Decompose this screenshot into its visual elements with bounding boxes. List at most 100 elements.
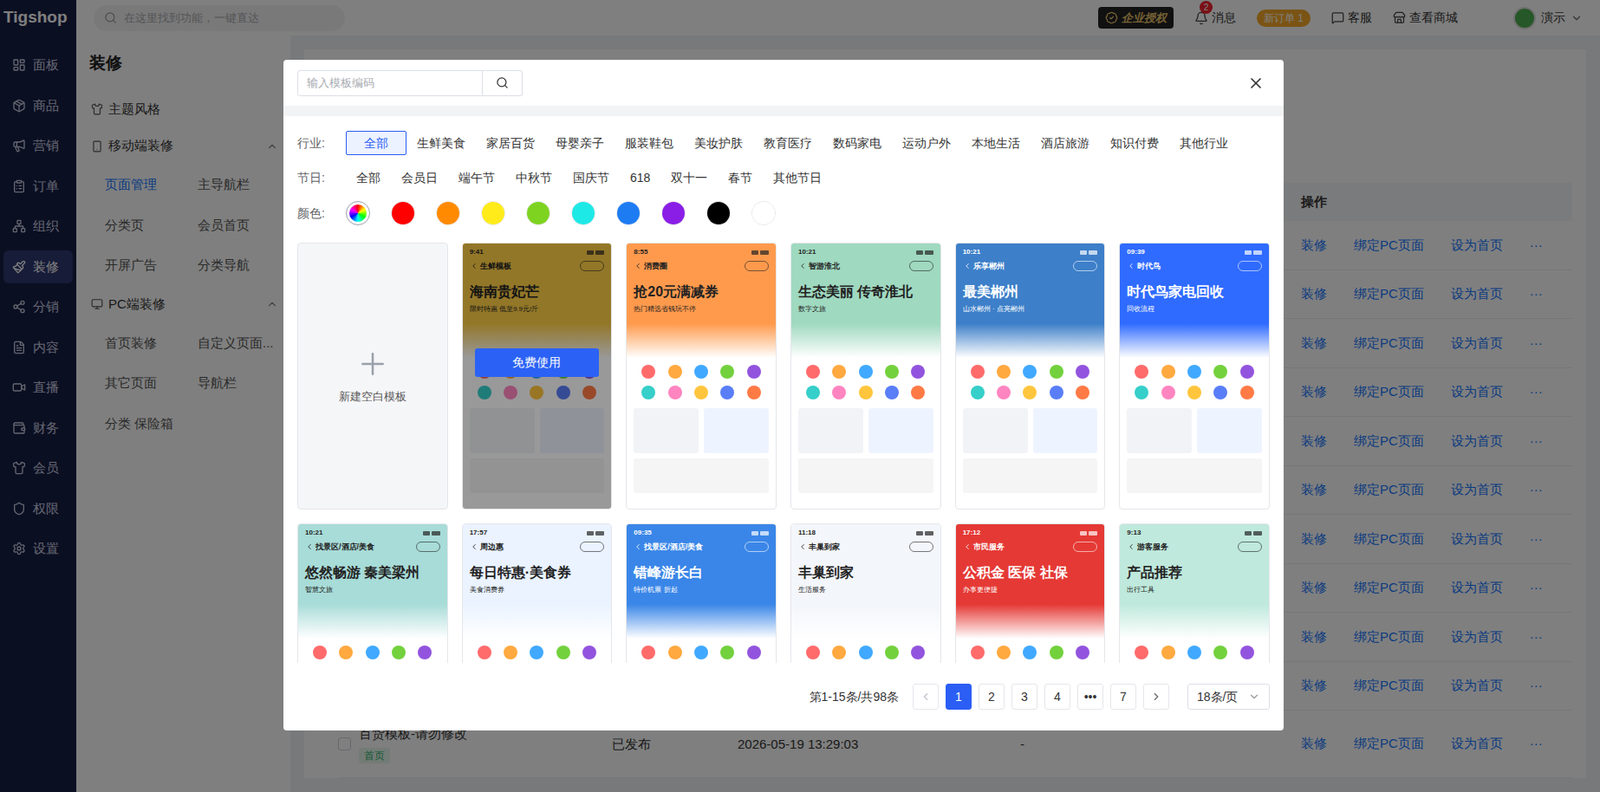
filter-label: 颜色: (297, 204, 346, 223)
filter-option[interactable]: 服装鞋包 (614, 130, 684, 156)
back-icon (798, 261, 807, 271)
phone-time: 9:13 (1126, 528, 1141, 538)
template-icon-grid (626, 638, 776, 664)
page-button[interactable]: 1 (945, 683, 972, 710)
template-subline: 生活服务 (798, 585, 934, 595)
prev-page[interactable] (912, 683, 939, 710)
phone-status-bar: 09:35 (633, 528, 769, 538)
page-button[interactable]: 7 (1110, 683, 1137, 710)
template-card[interactable]: 09:39时代鸟时代鸟家电回收回收流程 (1118, 242, 1270, 510)
filter-option[interactable]: 全部 (345, 166, 391, 191)
template-headline: 错峰游长白 (633, 564, 769, 582)
filter-label: 行业: (297, 134, 346, 153)
phone-status-bar: 11:18 (798, 528, 934, 538)
filter-option[interactable]: 家居百货 (475, 130, 546, 156)
template-headline: 时代鸟家电回收 (1126, 283, 1262, 301)
template-headline: 产品推荐 (1126, 564, 1262, 582)
template-card[interactable]: 8:55消费圈抢20元满减券热门精选省钱玩不停 (625, 242, 777, 510)
back-icon (633, 542, 643, 552)
template-card[interactable]: 17:12市民服务公积金 医保 社保办事更便捷 (955, 523, 1106, 664)
template-code-input[interactable]: 输入模板编码 (297, 70, 483, 97)
filter-option[interactable]: 618 (619, 166, 661, 191)
phone-status-bar: 17:12 (962, 528, 1099, 538)
filter-option[interactable]: 母婴亲子 (545, 130, 615, 156)
filter-option[interactable]: 春节 (717, 166, 763, 191)
template-icon-grid (956, 638, 1106, 664)
filter-option[interactable]: 会员日 (390, 166, 449, 191)
template-card[interactable]: 10:21智游淮北生态美丽 传奇淮北数字文旅 (790, 242, 942, 510)
template-header: 10:21智游淮北生态美丽 传奇淮北数字文旅 (791, 243, 941, 358)
color-swatch[interactable] (571, 201, 596, 226)
filter-option[interactable]: 美妆护肤 (683, 130, 754, 156)
color-swatch[interactable] (345, 201, 371, 226)
back-icon (633, 261, 643, 271)
color-swatch[interactable] (526, 201, 551, 226)
filter-option[interactable]: 双十一 (660, 166, 718, 191)
template-card[interactable]: 9:41生鲜模板海南贵妃芒限时特惠 低至9.9元/斤免费使用 (461, 242, 613, 510)
template-card[interactable]: 09:35找景区/酒店/美食错峰游长白特价机票 折起 (625, 523, 777, 664)
filter-option[interactable]: 酒店旅游 (1030, 130, 1100, 156)
phone-time: 17:57 (469, 528, 488, 538)
back-icon (1126, 542, 1136, 552)
template-icon-grid (791, 638, 941, 664)
template-card[interactable]: 10:21找景区/酒店/美食悠然畅游 秦美梁州智慧文旅 (297, 523, 449, 664)
next-page[interactable] (1143, 683, 1170, 710)
template-headline: 生态美丽 传奇淮北 (798, 283, 934, 301)
app: Tigshop在这里找到功能，一键直达企业授权消息2新订单 1客服查看商城演示面… (0, 0, 1600, 792)
phone-time: 17:12 (962, 528, 981, 538)
filter-option[interactable]: 本地生活 (961, 130, 1031, 156)
filter-row: 行业:全部生鲜美食家居百货母婴亲子服装鞋包美妆护肤教育医疗数码家电运动户外本地生… (297, 130, 1270, 156)
filter-option[interactable]: 教育医疗 (753, 130, 823, 156)
phone-time: 10:21 (962, 247, 981, 257)
template-headline: 抢20元满减券 (633, 283, 769, 301)
phone-title-bar: 市民服务 (962, 541, 1099, 553)
page-button[interactable]: 3 (1011, 683, 1038, 710)
template-headline: 每日特惠·美食券 (469, 564, 605, 582)
template-grid: 新建空白模板9:41生鲜模板海南贵妃芒限时特惠 低至9.9元/斤免费使用8:55… (283, 242, 1284, 664)
color-swatch[interactable] (616, 201, 641, 226)
filter-row: 节日:全部会员日端午节中秋节国庆节618双十一春节其他节日 (297, 166, 1270, 191)
color-swatch[interactable] (390, 201, 416, 226)
template-subline: 出行工具 (1126, 585, 1262, 595)
filter-option[interactable]: 生鲜美食 (406, 130, 476, 156)
template-card[interactable]: 11:18丰巢到家丰巢到家生活服务 (790, 523, 942, 664)
filter-option[interactable]: 运动户外 (891, 130, 962, 156)
search-icon (495, 76, 509, 90)
template-card[interactable]: 9:13游客服务产品推荐出行工具 (1118, 523, 1270, 664)
modal-separator (283, 105, 1284, 117)
filter-option[interactable]: 其他节日 (762, 166, 833, 191)
use-template-button[interactable]: 免费使用 (474, 348, 599, 378)
color-swatch[interactable] (751, 201, 776, 226)
template-headline: 最美郴州 (962, 283, 1099, 301)
close-icon[interactable] (1247, 74, 1265, 92)
template-card[interactable]: 17:57周边惠每日特惠·美食券美食消费券 (461, 523, 613, 664)
color-swatch[interactable] (435, 201, 461, 226)
phone-title-bar: 消费圈 (633, 260, 769, 272)
pagination-summary: 第1-15条/共98条 (809, 688, 899, 707)
search-button[interactable] (482, 70, 523, 97)
phone-title-bar: 智游淮北 (798, 260, 934, 272)
filter-option[interactable]: 全部 (345, 130, 407, 156)
phone-title: 时代鸟 (1137, 260, 1161, 272)
filter-option[interactable]: 国庆节 (562, 166, 620, 191)
filter-option[interactable]: 中秋节 (505, 166, 563, 191)
color-swatch[interactable] (661, 201, 686, 226)
filter-option[interactable]: 数码家电 (822, 130, 892, 156)
template-header: 10:21乐享郴州最美郴州山水郴州 · 点亮郴州 (956, 243, 1106, 358)
page-button[interactable]: 4 (1044, 683, 1071, 710)
template-header: 8:55消费圈抢20元满减券热门精选省钱玩不停 (626, 243, 776, 358)
filter-option[interactable]: 知识付费 (1099, 130, 1170, 156)
blank-template-card[interactable]: 新建空白模板 (297, 242, 449, 510)
filter-option[interactable]: 端午节 (448, 166, 506, 191)
template-card[interactable]: 10:21乐享郴州最美郴州山水郴州 · 点亮郴州 (955, 242, 1106, 510)
color-swatch[interactable] (481, 201, 506, 226)
page-size-select[interactable]: 18条/页 (1187, 683, 1270, 710)
page-button[interactable]: 2 (978, 683, 1005, 710)
filter-option[interactable]: 其他行业 (1169, 130, 1239, 156)
color-swatch[interactable] (706, 201, 731, 226)
phone-title: 智游淮北 (808, 260, 840, 272)
phone-title: 市民服务 (973, 541, 1005, 553)
page-button[interactable]: ••• (1077, 683, 1104, 710)
template-icon-grid (462, 638, 612, 664)
chevron-right-icon (1150, 690, 1163, 703)
